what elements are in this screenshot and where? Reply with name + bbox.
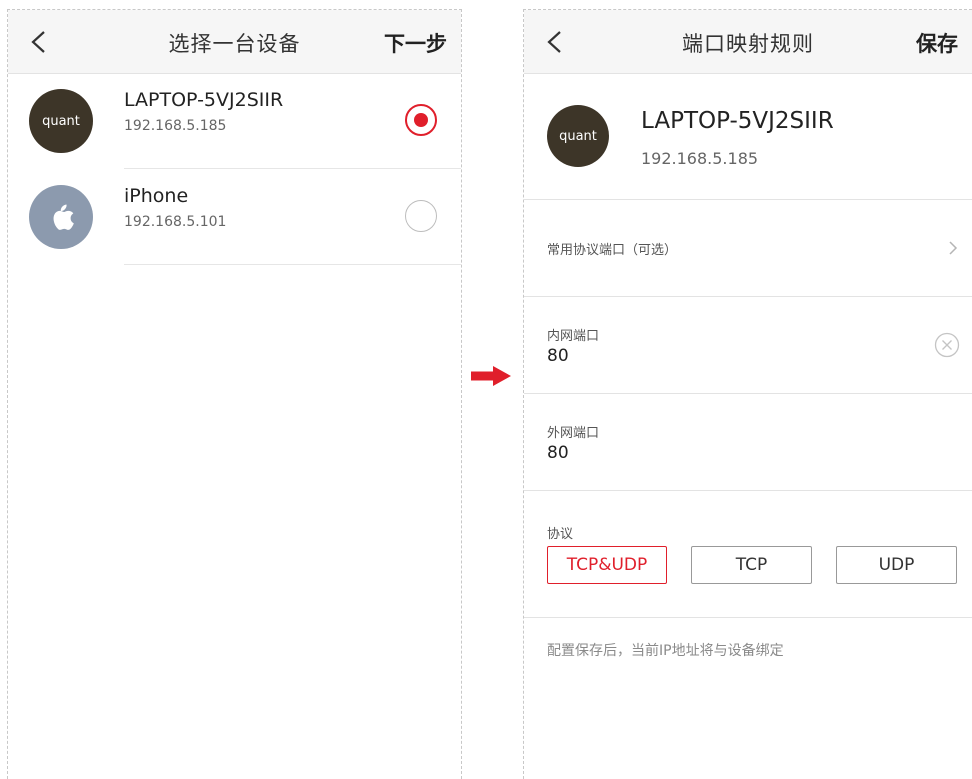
radio-unselected[interactable]	[405, 200, 437, 232]
chevron-right-icon	[949, 241, 958, 255]
device-item-iphone[interactable]: iPhone 192.168.5.101	[8, 169, 461, 265]
protocol-udp-button[interactable]: UDP	[836, 546, 957, 584]
common-ports-label: 常用协议端口（可选）	[547, 243, 678, 258]
internal-port-input[interactable]: 80	[547, 346, 569, 366]
common-ports-row[interactable]: 常用协议端口（可选）	[524, 200, 972, 297]
device-info: quant LAPTOP-5VJ2SIIR 192.168.5.185	[524, 73, 972, 200]
port-mapping-screen: 端口映射规则 保存 quant LAPTOP-5VJ2SIIR 192.168.…	[523, 9, 972, 779]
radio-selected[interactable]	[405, 104, 437, 136]
divider	[124, 264, 461, 265]
internal-port-label: 内网端口	[547, 329, 600, 344]
protocol-label: 协议	[547, 527, 574, 542]
avatar	[29, 185, 93, 249]
protocol-tcp-udp-button[interactable]: TCP&UDP	[547, 546, 667, 584]
protocol-tcp-button[interactable]: TCP	[691, 546, 812, 584]
device-name: LAPTOP-5VJ2SIIR	[124, 89, 284, 111]
arrow-right-icon	[471, 366, 511, 386]
device-select-screen: 选择一台设备 下一步 quant LAPTOP-5VJ2SIIR 192.168…	[7, 9, 462, 779]
external-port-input[interactable]: 80	[547, 443, 569, 463]
save-button[interactable]: 保存	[916, 28, 958, 58]
external-port-row[interactable]: 外网端口 80	[524, 394, 972, 491]
binding-note: 配置保存后，当前IP地址将与设备绑定	[547, 643, 784, 659]
avatar: quant	[29, 89, 93, 153]
apple-icon	[53, 204, 74, 230]
external-port-label: 外网端口	[547, 426, 600, 441]
device-ip: 192.168.5.101	[124, 214, 227, 230]
device-name: LAPTOP-5VJ2SIIR	[641, 108, 834, 134]
device-ip: 192.168.5.185	[124, 118, 227, 134]
header-bar: 端口映射规则 保存	[524, 10, 972, 74]
clear-icon[interactable]	[934, 332, 960, 358]
device-name: iPhone	[124, 185, 189, 207]
next-button[interactable]: 下一步	[384, 28, 447, 58]
page-title: 端口映射规则	[682, 32, 814, 56]
device-ip: 192.168.5.185	[641, 149, 759, 168]
internal-port-row[interactable]: 内网端口 80	[524, 297, 972, 394]
header-bar: 选择一台设备 下一步	[8, 10, 461, 74]
device-item-laptop[interactable]: quant LAPTOP-5VJ2SIIR 192.168.5.185	[8, 73, 461, 169]
avatar: quant	[547, 105, 609, 167]
